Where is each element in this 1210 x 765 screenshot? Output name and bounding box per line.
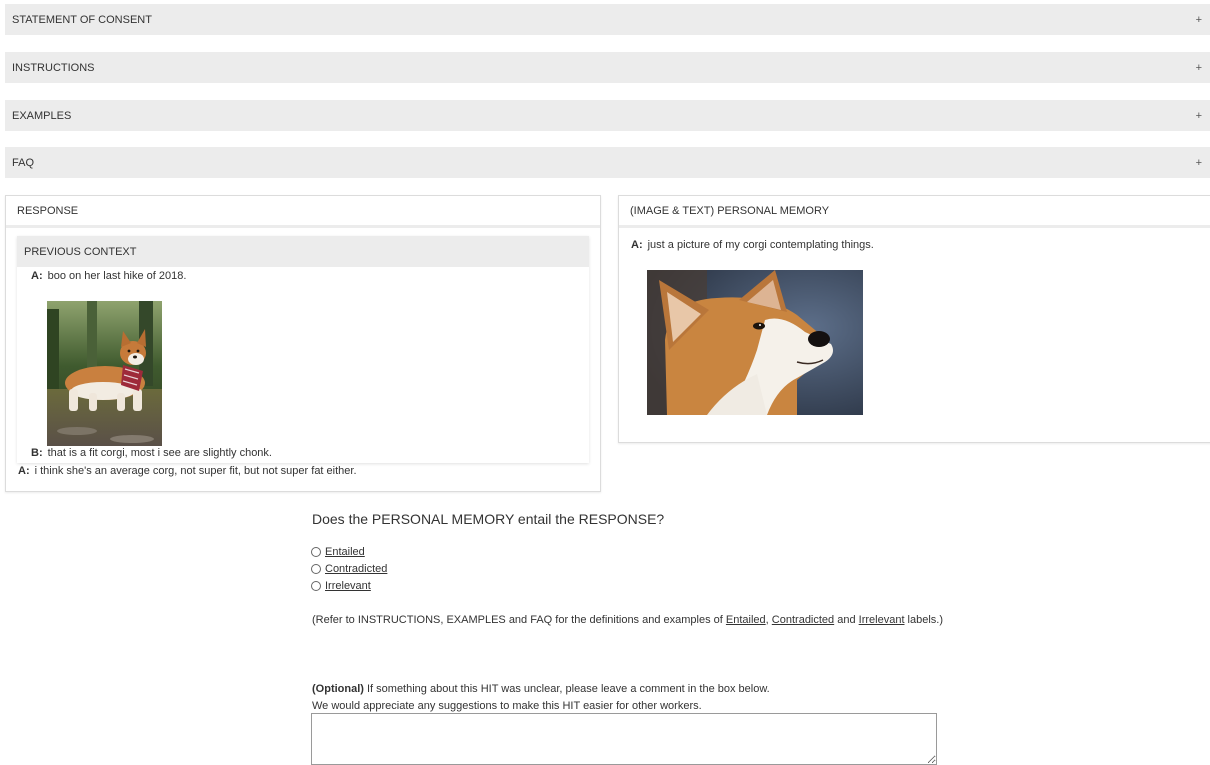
radio-contradicted[interactable] [311, 564, 321, 574]
context-utterance-b: B: that is a fit corgi, most i see are sl… [31, 447, 272, 459]
accordion-faq[interactable]: FAQ + [5, 147, 1210, 178]
option-label[interactable]: Entailed [325, 546, 365, 558]
corgi-closeup-photo [647, 270, 863, 415]
accordion-instructions[interactable]: INSTRUCTIONS + [5, 52, 1210, 83]
option-entailed[interactable]: Entailed [311, 546, 365, 558]
speaker-label: A: [18, 465, 30, 477]
option-contradicted[interactable]: Contradicted [311, 563, 387, 575]
note-link-contradicted[interactable]: Contradicted [772, 614, 834, 626]
accordion-statement-of-consent[interactable]: STATEMENT OF CONSENT + [5, 4, 1210, 35]
speaker-label: A: [31, 270, 43, 282]
comment-line-1: If something about this HIT was unclear,… [363, 683, 770, 695]
personal-memory-panel: (IMAGE & TEXT) PERSONAL MEMORY A: just a … [618, 195, 1210, 443]
comment-line-2: We would appreciate any suggestions to m… [312, 700, 702, 712]
entailment-question: Does the PERSONAL MEMORY entail the RESP… [312, 511, 665, 527]
accordion-label: INSTRUCTIONS [12, 61, 95, 74]
utterance-text: boo on her last hike of 2018. [47, 270, 187, 282]
accordion-label: FAQ [12, 156, 35, 169]
response-panel: RESPONSE PREVIOUS CONTEXT A: boo on her l… [5, 195, 601, 492]
accordion-label: EXAMPLES [12, 109, 72, 122]
comment-textarea[interactable] [311, 713, 937, 765]
note-text: (Refer to INSTRUCTIONS, EXAMPLES and FAQ… [312, 614, 726, 626]
optional-label: (Optional) [312, 683, 364, 695]
previous-context-title: PREVIOUS CONTEXT [17, 236, 589, 267]
response-panel-title: RESPONSE [6, 196, 600, 228]
speaker-label: B: [31, 447, 43, 459]
option-label[interactable]: Contradicted [325, 563, 387, 575]
note-separator: and [834, 614, 859, 626]
radio-entailed[interactable] [311, 547, 321, 557]
note-link-irrelevant[interactable]: Irrelevant [859, 614, 905, 626]
previous-context-box: PREVIOUS CONTEXT A: boo on her last hike … [17, 236, 589, 463]
note-link-entailed[interactable]: Entailed [726, 614, 766, 626]
expand-icon[interactable]: + [1196, 62, 1202, 74]
corgi-hike-photo [47, 301, 162, 446]
option-irrelevant[interactable]: Irrelevant [311, 580, 371, 592]
memory-utterance: A: just a picture of my corgi contemplati… [631, 239, 874, 251]
utterance-text: that is a fit corgi, most i see are slig… [47, 447, 272, 459]
note-text: labels.) [904, 614, 944, 626]
memory-text: just a picture of my corgi contemplating… [647, 239, 874, 251]
accordion-examples[interactable]: EXAMPLES + [5, 100, 1210, 131]
context-utterance-a: A: boo on her last hike of 2018. [31, 270, 186, 282]
response-text: i think she's an average corg, not super… [34, 465, 357, 477]
comment-instructions: (Optional) If something about this HIT w… [312, 681, 770, 715]
personal-memory-title: (IMAGE & TEXT) PERSONAL MEMORY [619, 196, 1210, 228]
speaker-label: A: [631, 239, 643, 251]
radio-irrelevant[interactable] [311, 581, 321, 591]
expand-icon[interactable]: + [1196, 157, 1202, 169]
response-utterance: A: i think she's an average corg, not sup… [18, 465, 357, 477]
accordion-label: STATEMENT OF CONSENT [12, 13, 152, 26]
definitions-note: (Refer to INSTRUCTIONS, EXAMPLES and FAQ… [312, 614, 943, 626]
expand-icon[interactable]: + [1196, 14, 1202, 26]
expand-icon[interactable]: + [1196, 110, 1202, 122]
option-label[interactable]: Irrelevant [325, 580, 371, 592]
